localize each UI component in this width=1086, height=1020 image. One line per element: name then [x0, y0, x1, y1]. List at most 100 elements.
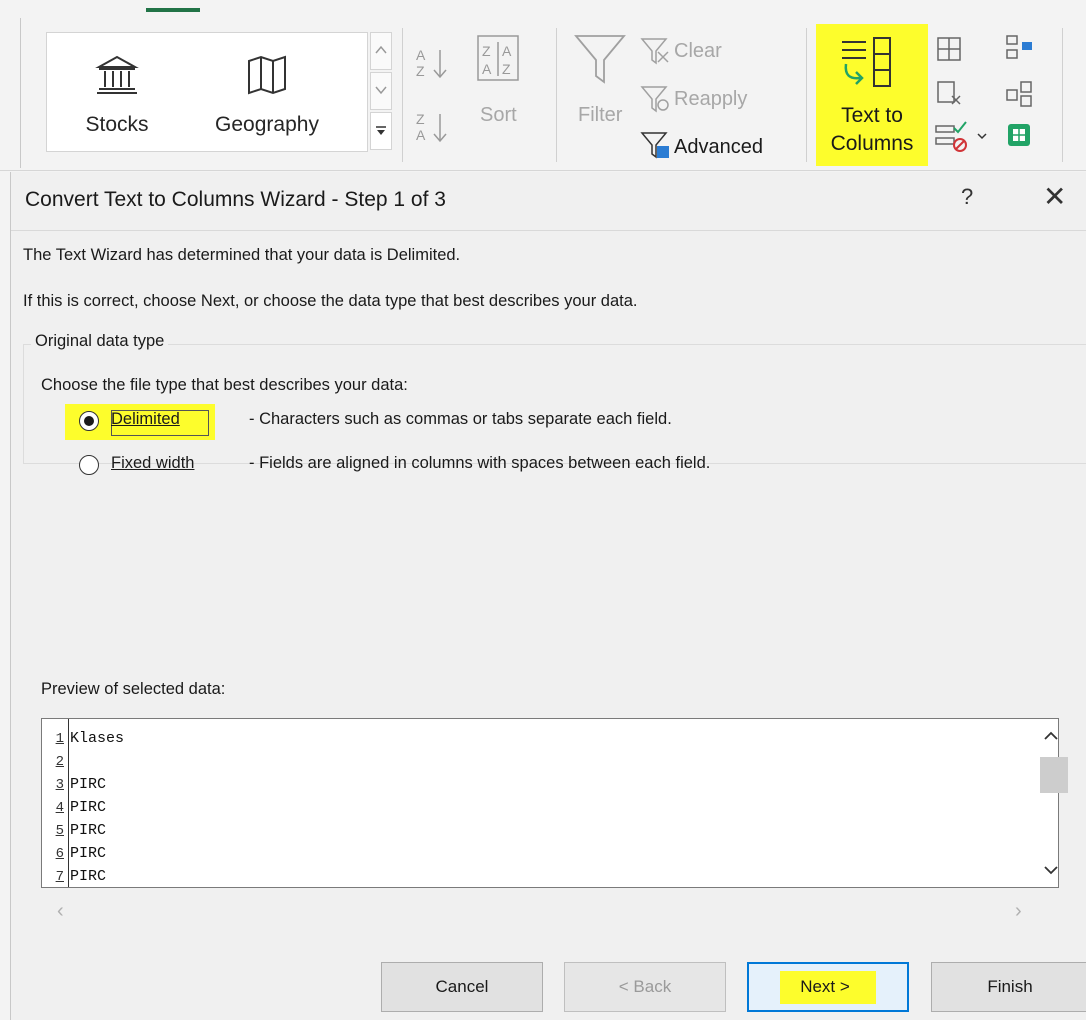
reapply-label: Reapply [674, 88, 748, 110]
chevron-up-icon [375, 45, 387, 54]
text-to-columns-label-line2: Columns [830, 132, 914, 155]
convert-text-to-columns-dialog: Convert Text to Columns Wizard - Step 1 … [10, 172, 1086, 1020]
svg-text:Z: Z [416, 111, 425, 127]
back-button[interactable]: < Back [564, 962, 726, 1012]
gallery-more-button[interactable] [370, 112, 392, 150]
advanced-label: Advanced [674, 136, 763, 158]
group-separator [1062, 28, 1063, 162]
svg-text:Z: Z [482, 43, 491, 59]
fixed-width-label[interactable]: Fixed width [111, 454, 194, 473]
scroll-left-icon[interactable]: ‹ [57, 900, 64, 923]
preview-row: 4 PIRC [42, 796, 106, 819]
svg-text:A: A [502, 43, 512, 59]
finish-button[interactable]: Finish [931, 962, 1086, 1012]
row-number-divider [68, 719, 69, 887]
svg-text:A: A [416, 127, 426, 143]
wizard-instruction: If this is correct, choose Next, or choo… [23, 292, 638, 310]
row-value: PIRC [70, 776, 107, 793]
stocks-button[interactable]: Stocks [47, 33, 187, 151]
preview-label: Preview of selected data: [41, 680, 226, 698]
gallery-scroll-down[interactable] [370, 72, 392, 110]
delimited-radio[interactable] [79, 411, 99, 431]
next-button[interactable]: Next > [747, 962, 909, 1012]
filter-button[interactable]: Filter [570, 32, 632, 142]
row-number: 6 [55, 846, 64, 862]
text-to-columns-icon [842, 37, 891, 87]
preview-row: 6 PIRC [42, 842, 106, 865]
data-preview[interactable]: 1 Klases 2 3 PIRC 4 PIRC 5 PIRC 6 PIRC 7 PIRC [41, 718, 1068, 888]
preview-row: 7 PIRC [42, 865, 106, 888]
sort-label: Sort [480, 104, 517, 126]
preview-rows: 1 Klases 2 3 PIRC 4 PIRC 5 PIRC 6 PIRC 7 PIRC [42, 727, 124, 888]
row-value: PIRC [70, 845, 107, 862]
geography-label: Geography [215, 113, 319, 136]
clear-filter-button[interactable]: Clear [640, 36, 780, 68]
delimited-description: - Characters such as commas or tabs sepa… [249, 410, 672, 428]
advanced-filter-icon [640, 132, 669, 159]
help-button[interactable]: ? [961, 184, 973, 210]
chevron-down-icon[interactable] [976, 130, 988, 142]
scroll-thumb[interactable] [1040, 757, 1068, 793]
clear-label: Clear [674, 40, 722, 62]
sort-z-a-button[interactable]: Z A [414, 108, 454, 148]
gallery-scroll-up[interactable] [370, 32, 392, 70]
preview-row: 1 Klases [42, 727, 124, 750]
group-separator [806, 28, 807, 162]
relationships-icon[interactable] [1004, 78, 1034, 108]
active-tab-indicator [146, 8, 200, 12]
row-number: 2 [55, 754, 64, 770]
close-button[interactable]: ✕ [1043, 180, 1066, 213]
reapply-icon [640, 86, 669, 113]
text-to-columns-button[interactable]: Text to Columns [816, 24, 928, 166]
next-button-label: Next > [780, 971, 876, 1004]
consolidate-icon[interactable] [1004, 32, 1034, 62]
text-to-columns-label-line1: Text to [841, 104, 903, 127]
cancel-button[interactable]: Cancel [381, 962, 543, 1012]
reapply-button[interactable]: Reapply [640, 84, 780, 116]
map-icon [248, 55, 286, 95]
ribbon: Stocks Geography A Z Z A Z A A Z Sort Fi… [0, 0, 1086, 171]
row-number: 4 [55, 800, 64, 816]
group-separator [402, 28, 403, 162]
flash-fill-icon[interactable] [934, 34, 964, 64]
advanced-filter-button[interactable]: Advanced [640, 130, 790, 162]
remove-duplicates-icon[interactable] [934, 78, 964, 108]
row-number: 5 [55, 823, 64, 839]
chevron-down-icon [375, 86, 387, 95]
dialog-title: Convert Text to Columns Wizard - Step 1 … [25, 188, 446, 211]
fixed-width-radio[interactable] [79, 455, 99, 475]
chevron-down-icon[interactable] [1044, 865, 1058, 875]
title-divider [11, 230, 1086, 231]
row-number: 1 [55, 731, 64, 747]
row-number: 7 [55, 869, 64, 885]
svg-text:A: A [416, 47, 426, 63]
preview-row: 3 PIRC [42, 773, 106, 796]
row-number: 3 [55, 777, 64, 793]
chevron-up-icon[interactable] [1044, 731, 1058, 741]
geography-button[interactable]: Geography [197, 33, 337, 151]
stocks-label: Stocks [85, 113, 149, 136]
more-icon [376, 126, 386, 135]
clear-filter-icon [640, 38, 669, 65]
preview-row: 2 [42, 750, 64, 773]
sort-a-z-button[interactable]: A Z [414, 44, 454, 84]
sort-dialog-icon: Z A A Z [477, 35, 519, 81]
row-value: Klases [70, 730, 125, 747]
filter-label: Filter [578, 104, 623, 126]
data-model-icon[interactable] [1004, 120, 1034, 150]
preview-row: 5 PIRC [42, 819, 106, 842]
group-separator [556, 28, 557, 162]
data-validation-icon[interactable] [934, 120, 968, 154]
funnel-icon [574, 35, 626, 84]
delimited-label[interactable]: Delimited [111, 410, 180, 429]
svg-text:A: A [482, 61, 492, 77]
wizard-message: The Text Wizard has determined that your… [23, 246, 461, 264]
preview-vertical-scrollbar[interactable] [1038, 719, 1068, 887]
bank-icon [95, 55, 139, 94]
sort-button[interactable]: Z A A Z Sort [468, 32, 538, 142]
svg-text:Z: Z [502, 61, 511, 77]
ribbon-divider [20, 18, 21, 168]
scroll-right-icon[interactable]: › [1015, 900, 1022, 923]
row-value: PIRC [70, 822, 107, 839]
data-types-gallery: Stocks Geography [46, 32, 368, 152]
